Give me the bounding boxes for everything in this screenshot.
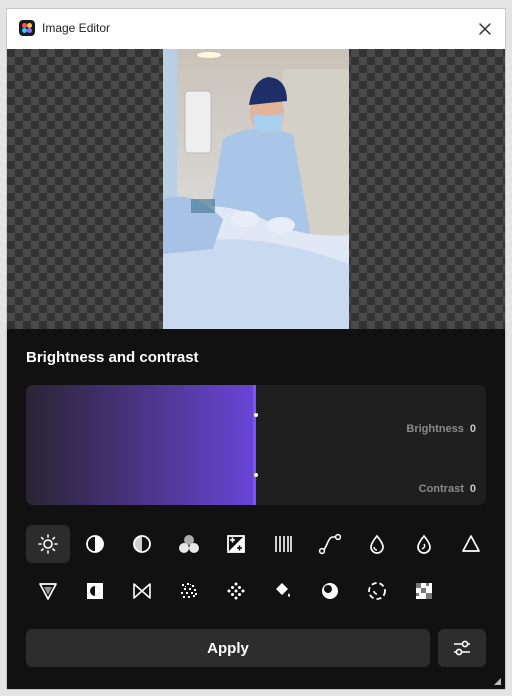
gradient-triangle-icon [39,583,57,600]
paint-bucket-icon [276,583,290,597]
photo-preview [163,49,349,329]
dashed-circle-icon [368,582,386,600]
curves-icon [318,533,342,555]
tool-exposure[interactable] [214,525,258,563]
tool-vignette[interactable] [308,572,352,610]
tool-contrast[interactable] [73,525,117,563]
pixelate-icon [416,583,432,599]
contrast-label: Contrast 0 [419,483,476,495]
apply-button[interactable]: Apply [26,629,430,667]
color-channels-icon [179,535,199,553]
brightness-label-text: Brightness [406,423,464,435]
tool-gradient-map[interactable] [26,572,70,610]
panel-title: Brightness and contrast [26,349,199,366]
tool-lines[interactable] [261,525,305,563]
vignette-icon [322,583,338,599]
settings-button[interactable] [438,629,486,667]
tool-threshold[interactable] [120,572,164,610]
half-circle-icon [133,535,151,553]
tool-pixelate[interactable] [402,572,446,610]
invert-square-icon [87,583,103,599]
drop-swirl-icon [417,534,431,554]
tool-fill[interactable] [261,572,305,610]
tool-channels[interactable] [167,525,211,563]
tool-hue[interactable] [402,525,446,563]
tool-saturation[interactable] [355,525,399,563]
brightness-knob[interactable] [254,413,258,417]
triangle-icon [462,535,480,552]
window-title: Image Editor [42,21,111,35]
drop-icon [370,534,384,554]
tool-blur[interactable] [355,572,399,610]
brightness-label: Brightness 0 [406,423,476,435]
brightness-sun-icon [38,534,58,554]
tool-levels[interactable] [120,525,164,563]
noise-icon [181,583,197,598]
exposure-icon [227,535,245,553]
dither-icon [227,582,245,600]
contrast-circle-icon [86,535,104,553]
tool-brightness[interactable] [26,525,70,563]
contrast-knob[interactable] [254,473,258,477]
vertical-lines-icon [275,536,292,552]
tool-invert[interactable] [73,572,117,610]
tool-noise[interactable] [167,572,211,610]
tool-sharpen[interactable] [449,525,493,563]
tool-dither[interactable] [214,572,258,610]
bowtie-icon [133,583,151,599]
adjust-fill [26,385,256,505]
contrast-value: 0 [469,483,476,495]
title-bar: Image Editor [7,9,505,49]
contrast-label-text: Contrast [418,483,464,495]
resize-handle[interactable] [494,678,501,685]
close-icon[interactable] [475,19,495,39]
image-editor-window: Image Editor Brightness and contrast Bri… [6,8,506,690]
brightness-value: 0 [469,423,476,435]
tool-curves[interactable] [308,525,352,563]
adjust-fill-edge [253,385,256,505]
brightness-contrast-control[interactable]: Brightness 0 Contrast 0 [26,385,486,505]
image-canvas[interactable] [7,49,505,329]
sliders-icon [454,640,470,656]
app-icon [19,20,35,36]
